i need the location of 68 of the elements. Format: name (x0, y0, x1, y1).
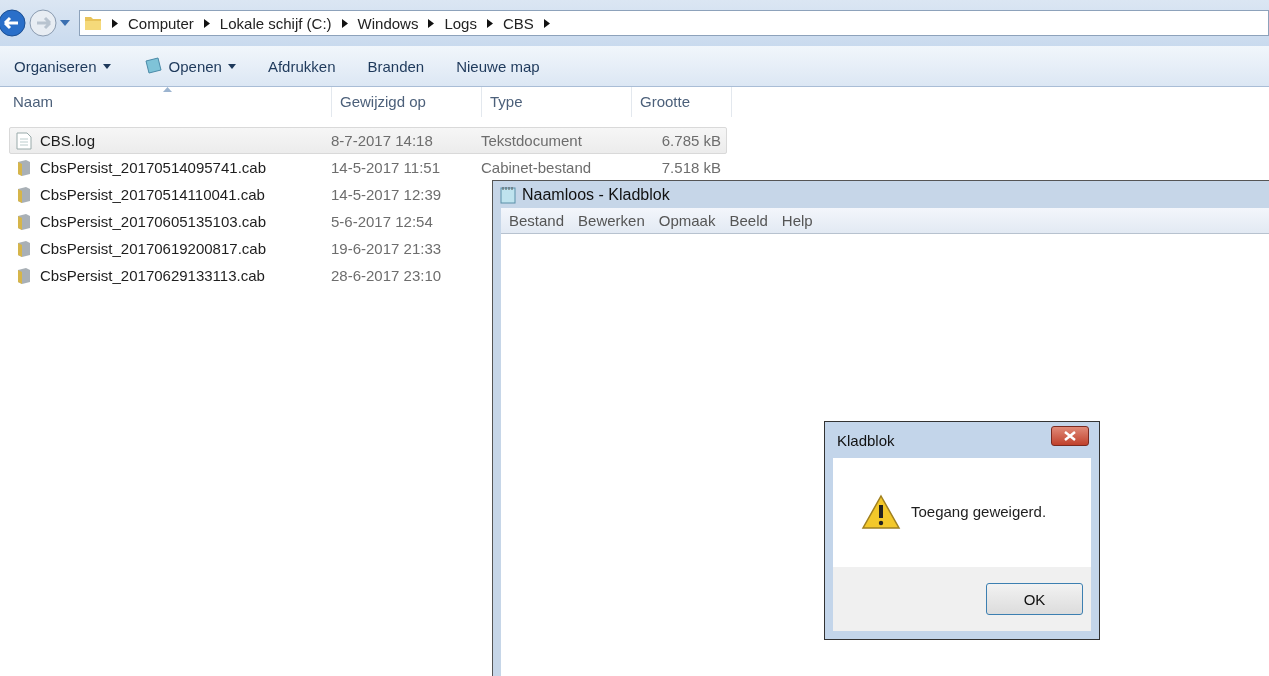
address-bar[interactable]: Computer Lokale schijf (C:) Windows Logs CBS (79, 10, 1269, 36)
file-name: CbsPersist_20170605135103.cab (40, 213, 266, 230)
toolbar-button[interactable]: Afdrukken (267, 53, 336, 79)
breadcrumb-item[interactable]: Lokale schijf (C:) (219, 14, 332, 32)
file-name: CbsPersist_20170514110041.cab (40, 186, 265, 203)
file-name: CbsPersist_20170619200817.cab (40, 240, 266, 257)
column-header[interactable]: Grootte (632, 87, 732, 117)
table-cell-text: Cabinet-bestand (481, 159, 593, 176)
menu-item[interactable]: Help (781, 212, 813, 229)
file-name: CbsPersist_20170514095741.cab (40, 159, 266, 176)
column-header[interactable]: Type (482, 87, 632, 117)
window-title: Naamloos - Kladblok (522, 185, 670, 204)
dialog-title: Kladblok (837, 431, 895, 449)
table-cell-text: 19-6-2017 21:33 (331, 240, 443, 257)
menu-item[interactable]: Beeld (729, 212, 768, 229)
column-header[interactable]: Gewijzigd op (332, 87, 482, 117)
cabinet-icon (16, 239, 32, 258)
notepad-icon (142, 57, 163, 75)
folder-icon (84, 15, 102, 31)
caret-icon[interactable] (60, 20, 70, 26)
chevron-icon[interactable] (112, 18, 118, 28)
table-cell-text: 5-6-2017 12:54 (331, 213, 434, 230)
chevron-icon[interactable] (486, 18, 493, 28)
close-icon (1064, 431, 1076, 441)
table-cell-text: 14-5-2017 12:39 (331, 186, 443, 203)
chevron-icon[interactable] (543, 18, 550, 28)
caret-icon (227, 63, 236, 69)
file-row[interactable]: CbsPersist_20170629133113.cab 28-6-2017 23:10 (9, 262, 489, 289)
sort-arrow-icon (163, 87, 172, 92)
notepad-icon (499, 185, 517, 204)
breadcrumb-item[interactable]: CBS (502, 14, 534, 32)
file-row[interactable]: CbsPersist_20170605135103.cab 5-6-2017 12:54 (9, 208, 489, 235)
toolbar-button[interactable]: Organiseren (14, 53, 111, 79)
file-name: CbsPersist_20170629133113.cab (40, 267, 265, 284)
cabinet-icon (16, 158, 32, 177)
toolbar-button[interactable]: Openen (142, 53, 236, 79)
table-cell-text: 7.518 kB (660, 159, 721, 176)
chevron-icon[interactable] (428, 18, 435, 28)
file-row[interactable]: CbsPersist_20170514110041.cab 14-5-2017 12:39 (9, 181, 489, 208)
breadcrumb-item[interactable]: Logs (444, 14, 477, 32)
caret-icon (102, 63, 111, 69)
table-cell-text: 6.785 kB (660, 132, 721, 149)
breadcrumb-item[interactable]: Computer (128, 14, 194, 32)
cabinet-icon (16, 212, 32, 231)
file-row[interactable]: CbsPersist_20170514095741.cab 14-5-2017 11:51 Cabinet-bestand 7.518 kB (9, 154, 727, 181)
warning-icon (861, 493, 901, 530)
document-icon (16, 131, 32, 150)
file-row[interactable]: CbsPersist_20170619200817.cab 19-6-2017 21:33 (9, 235, 489, 262)
close-button[interactable] (1051, 426, 1089, 446)
chevron-icon[interactable] (203, 18, 210, 28)
toolbar-button[interactable]: Branden (367, 53, 425, 79)
chevron-icon[interactable] (341, 18, 348, 28)
table-cell-text: 28-6-2017 23:10 (331, 267, 443, 284)
dialog-message: Toegang geweigerd. (911, 503, 1047, 520)
ok-button[interactable]: OK (986, 583, 1083, 615)
back-icon[interactable] (0, 9, 26, 37)
file-row[interactable]: CBS.log 8-7-2017 14:18 Tekstdocument 6.785 kB (9, 127, 727, 154)
menu-item[interactable]: Bewerken (578, 212, 645, 229)
breadcrumb-item[interactable]: Windows (357, 14, 419, 32)
cabinet-icon (16, 266, 32, 285)
table-cell-text: 14-5-2017 11:51 (331, 159, 441, 176)
file-name: CBS.log (40, 132, 96, 149)
menu-item[interactable]: Bestand (509, 212, 565, 229)
menu-item[interactable]: Opmaak (658, 212, 716, 229)
table-cell-text: Tekstdocument (481, 132, 583, 149)
cabinet-icon (16, 185, 32, 204)
table-cell-text: 8-7-2017 14:18 (331, 132, 434, 149)
toolbar-button[interactable]: Nieuwe map (456, 53, 540, 79)
